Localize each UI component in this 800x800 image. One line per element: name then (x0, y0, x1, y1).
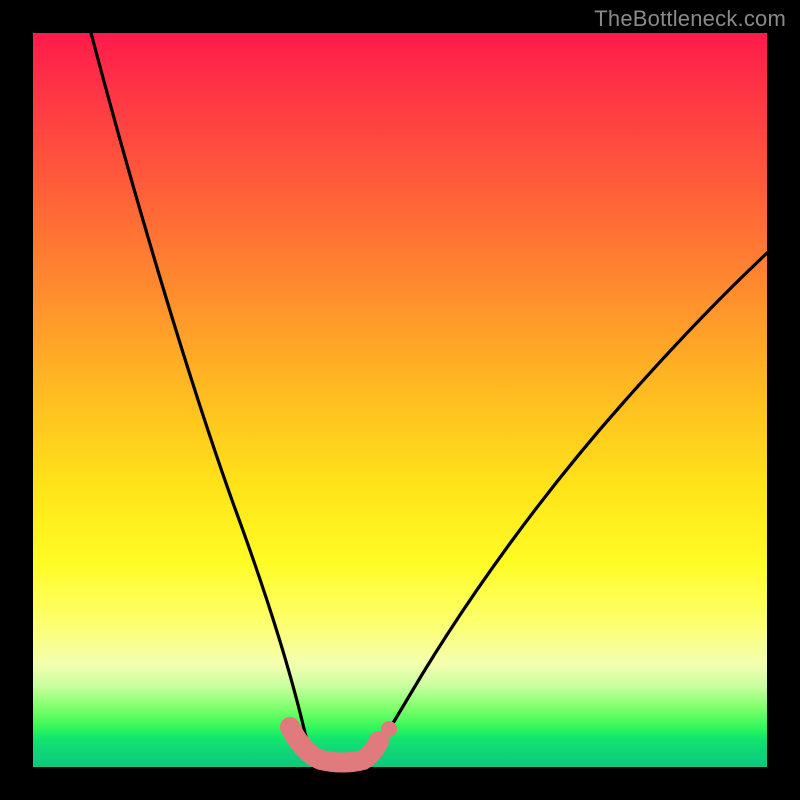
bottom-pink-band (290, 727, 379, 763)
plot-area (33, 33, 767, 767)
watermark-text: TheBottleneck.com (594, 6, 786, 32)
left-curve (91, 33, 316, 759)
chart-frame: TheBottleneck.com (0, 0, 800, 800)
pink-dot (381, 721, 397, 737)
curve-svg (33, 33, 767, 767)
right-curve (370, 253, 767, 759)
